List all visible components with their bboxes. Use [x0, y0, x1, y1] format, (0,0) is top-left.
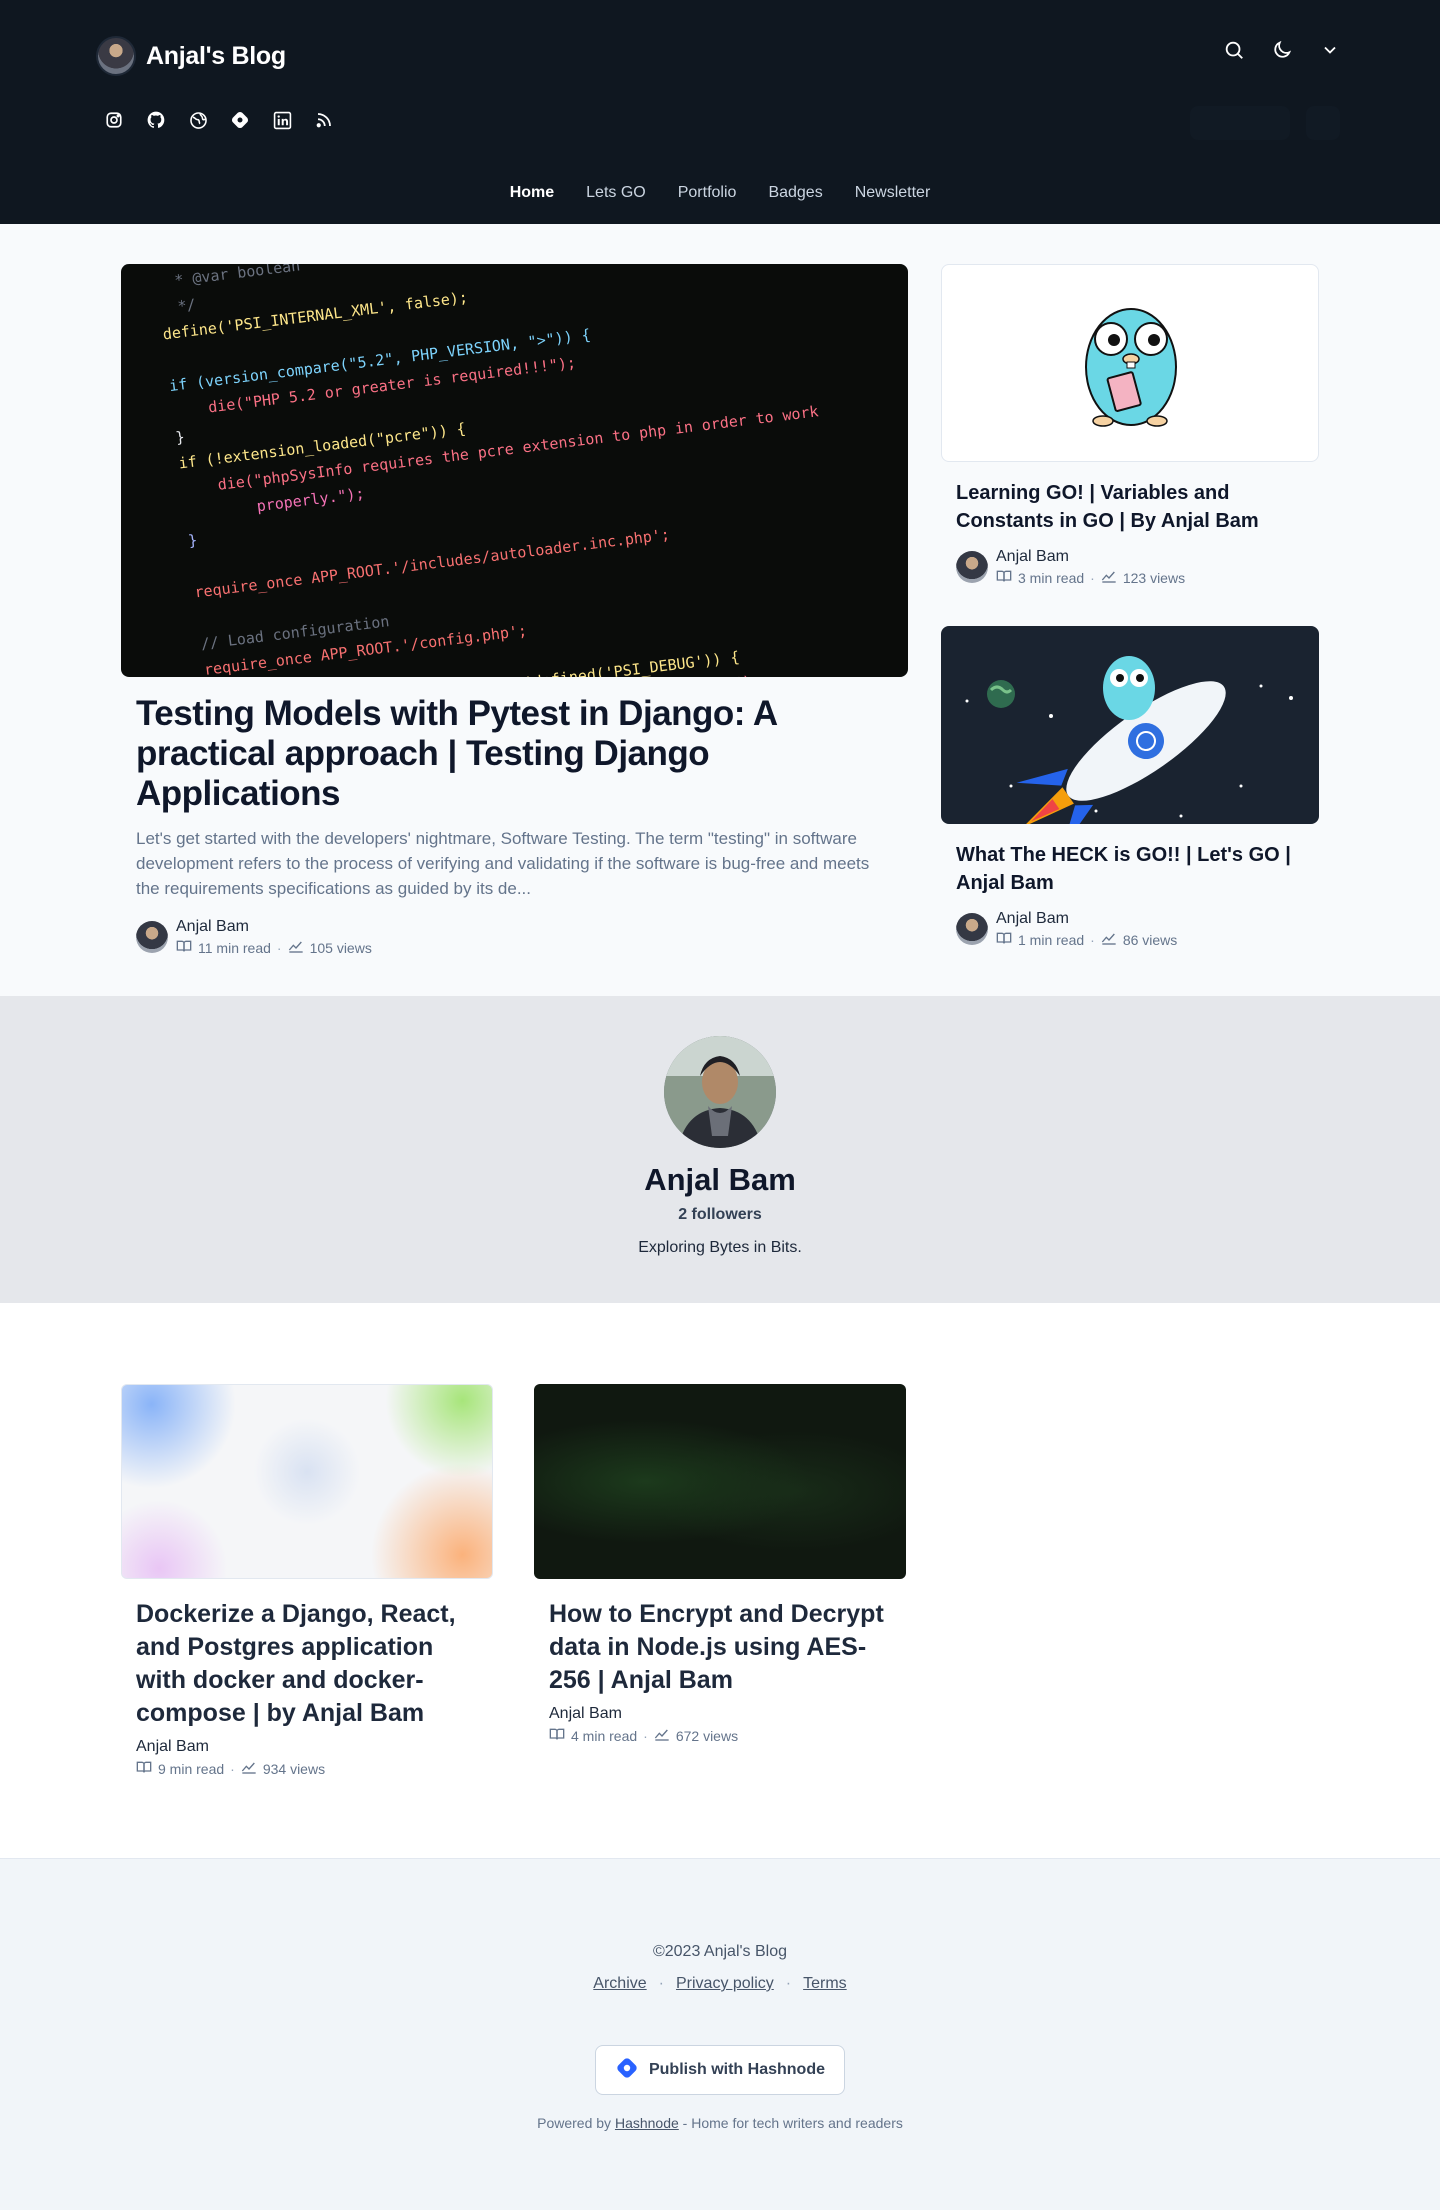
book-icon — [996, 931, 1012, 948]
header-actions — [1220, 36, 1344, 64]
post-title-1[interactable]: Dockerize a Django, React, and Postgres … — [136, 1598, 476, 1730]
header-placeholder-icon — [1306, 106, 1340, 140]
author-avatar[interactable] — [136, 921, 168, 953]
views-icon — [654, 1727, 670, 1744]
main-nav: Home Lets GO Portfolio Badges Newsletter — [0, 184, 1440, 202]
meta-separator: · — [1090, 569, 1095, 586]
post-author-2[interactable]: Anjal Bam — [549, 1705, 622, 1723]
meta-separator: · — [230, 1760, 235, 1777]
book-icon — [549, 1727, 565, 1744]
nav-lets-go[interactable]: Lets GO — [586, 184, 646, 202]
view-count: 105 views — [309, 939, 372, 956]
featured-post-meta: Anjal Bam 11 min read · 105 views — [136, 918, 372, 956]
footer-links: Archive · Privacy policy · Terms — [0, 1975, 1440, 1993]
site-footer: ©2023 Anjal's Blog Archive · Privacy pol… — [0, 1858, 1440, 2210]
footer-link-terms[interactable]: Terms — [803, 1975, 847, 1993]
author-profile-photo[interactable] — [664, 1036, 776, 1148]
footer-separator: · — [785, 1975, 792, 1992]
views-icon — [1101, 931, 1117, 948]
header-placeholder-button — [1190, 106, 1290, 140]
publish-with-hashnode-button[interactable]: Publish with Hashnode — [595, 2045, 845, 2095]
view-count: 123 views — [1122, 569, 1186, 586]
blog-brand[interactable]: Anjal's Blog — [96, 36, 286, 76]
featured-post-cover[interactable]: * @var boolean */define('PSI_INTERNAL_XM… — [121, 264, 908, 677]
read-time: 1 min read — [1018, 931, 1085, 948]
gopher-reading-illustration — [1085, 308, 1177, 427]
footer-link-archive[interactable]: Archive — [593, 1975, 646, 1993]
author-name[interactable]: Anjal Bam — [996, 548, 1185, 566]
footer-separator: · — [658, 1975, 664, 1992]
meta-separator: · — [276, 939, 282, 956]
post-cover-1[interactable] — [121, 1384, 493, 1579]
moon-icon[interactable] — [1268, 36, 1296, 64]
post-cover-2[interactable] — [534, 1384, 906, 1579]
author-name-heading[interactable]: Anjal Bam — [0, 1162, 1440, 1198]
website-icon[interactable] — [188, 110, 208, 130]
nav-badges[interactable]: Badges — [768, 184, 822, 202]
instagram-icon[interactable] — [104, 110, 124, 130]
hashnode-logo-icon — [615, 2056, 639, 2085]
side-post-cover-1[interactable] — [941, 264, 1319, 462]
follower-count[interactable]: 2 followers — [0, 1206, 1440, 1224]
rss-icon[interactable] — [314, 110, 334, 130]
post-stats-1: 9 min read · 934 views — [136, 1760, 325, 1777]
nav-newsletter[interactable]: Newsletter — [855, 184, 931, 202]
read-time: 4 min read — [571, 1727, 638, 1744]
author-avatar[interactable] — [956, 913, 988, 945]
site-header: Anjal's Blog Home Lets GO Portfolio Badg… — [0, 0, 1440, 224]
side-post-meta-1: Anjal Bam 3 min read · 123 views — [956, 548, 1185, 586]
gopher-rocket-illustration — [965, 656, 1293, 824]
author-section: Anjal Bam 2 followers Exploring Bytes in… — [0, 996, 1440, 1303]
meta-separator: · — [643, 1727, 648, 1744]
read-time: 9 min read — [158, 1760, 225, 1777]
view-count: 672 views — [675, 1727, 739, 1744]
github-icon[interactable] — [146, 110, 166, 130]
author-bio: Exploring Bytes in Bits. — [638, 1239, 802, 1256]
read-time: 11 min read — [198, 939, 271, 956]
nav-home[interactable]: Home — [510, 184, 554, 202]
publish-button-label: Publish with Hashnode — [648, 2061, 825, 2078]
powered-prefix: Powered by — [537, 2115, 612, 2131]
book-icon — [996, 569, 1012, 586]
powered-suffix: - Home for tech writers and readers — [682, 2115, 903, 2131]
post-stats-2: 4 min read · 672 views — [549, 1727, 738, 1744]
hashnode-icon[interactable] — [230, 110, 250, 130]
side-post-title-2[interactable]: What The HECK is GO!! | Let's GO | Anjal… — [956, 841, 1296, 897]
footer-link-privacy[interactable]: Privacy policy — [676, 1975, 774, 1993]
social-links — [104, 110, 334, 130]
linkedin-icon[interactable] — [272, 110, 292, 130]
views-icon — [241, 1760, 257, 1777]
nav-portfolio[interactable]: Portfolio — [678, 184, 737, 202]
meta-separator: · — [1090, 931, 1095, 948]
featured-post-excerpt: Let's get started with the developers' n… — [136, 829, 870, 898]
view-count: 86 views — [1122, 931, 1178, 948]
author-avatar[interactable] — [956, 551, 988, 583]
blog-name[interactable]: Anjal's Blog — [146, 42, 286, 71]
code-screenshot: * @var boolean */define('PSI_INTERNAL_XM… — [155, 264, 861, 677]
featured-post-title[interactable]: Testing Models with Pytest in Django: A … — [136, 694, 876, 814]
copyright-text: ©2023 Anjal's Blog — [652, 1943, 788, 1960]
book-icon — [136, 1760, 152, 1777]
post-title-2[interactable]: How to Encrypt and Decrypt data in Node.… — [549, 1598, 889, 1697]
post-author-1[interactable]: Anjal Bam — [136, 1738, 209, 1756]
search-icon[interactable] — [1220, 36, 1248, 64]
view-count: 934 views — [262, 1760, 326, 1777]
book-icon — [176, 939, 192, 956]
views-icon — [288, 939, 304, 956]
featured-posts: * @var boolean */define('PSI_INTERNAL_XM… — [0, 224, 1440, 996]
side-post-cover-2[interactable] — [941, 626, 1319, 824]
powered-by-text: Powered by Hashnode - Home for tech writ… — [0, 2115, 1440, 2131]
views-icon — [1101, 569, 1117, 586]
side-post-title-1[interactable]: Learning GO! | Variables and Constants i… — [956, 479, 1296, 535]
blog-avatar[interactable] — [96, 36, 136, 76]
author-name[interactable]: Anjal Bam — [176, 918, 372, 936]
hashnode-link[interactable]: Hashnode — [615, 2115, 679, 2131]
author-name[interactable]: Anjal Bam — [996, 910, 1177, 928]
side-post-meta-2: Anjal Bam 1 min read · 86 views — [956, 910, 1177, 948]
chevron-down-icon[interactable] — [1316, 36, 1344, 64]
read-time: 3 min read — [1018, 569, 1085, 586]
